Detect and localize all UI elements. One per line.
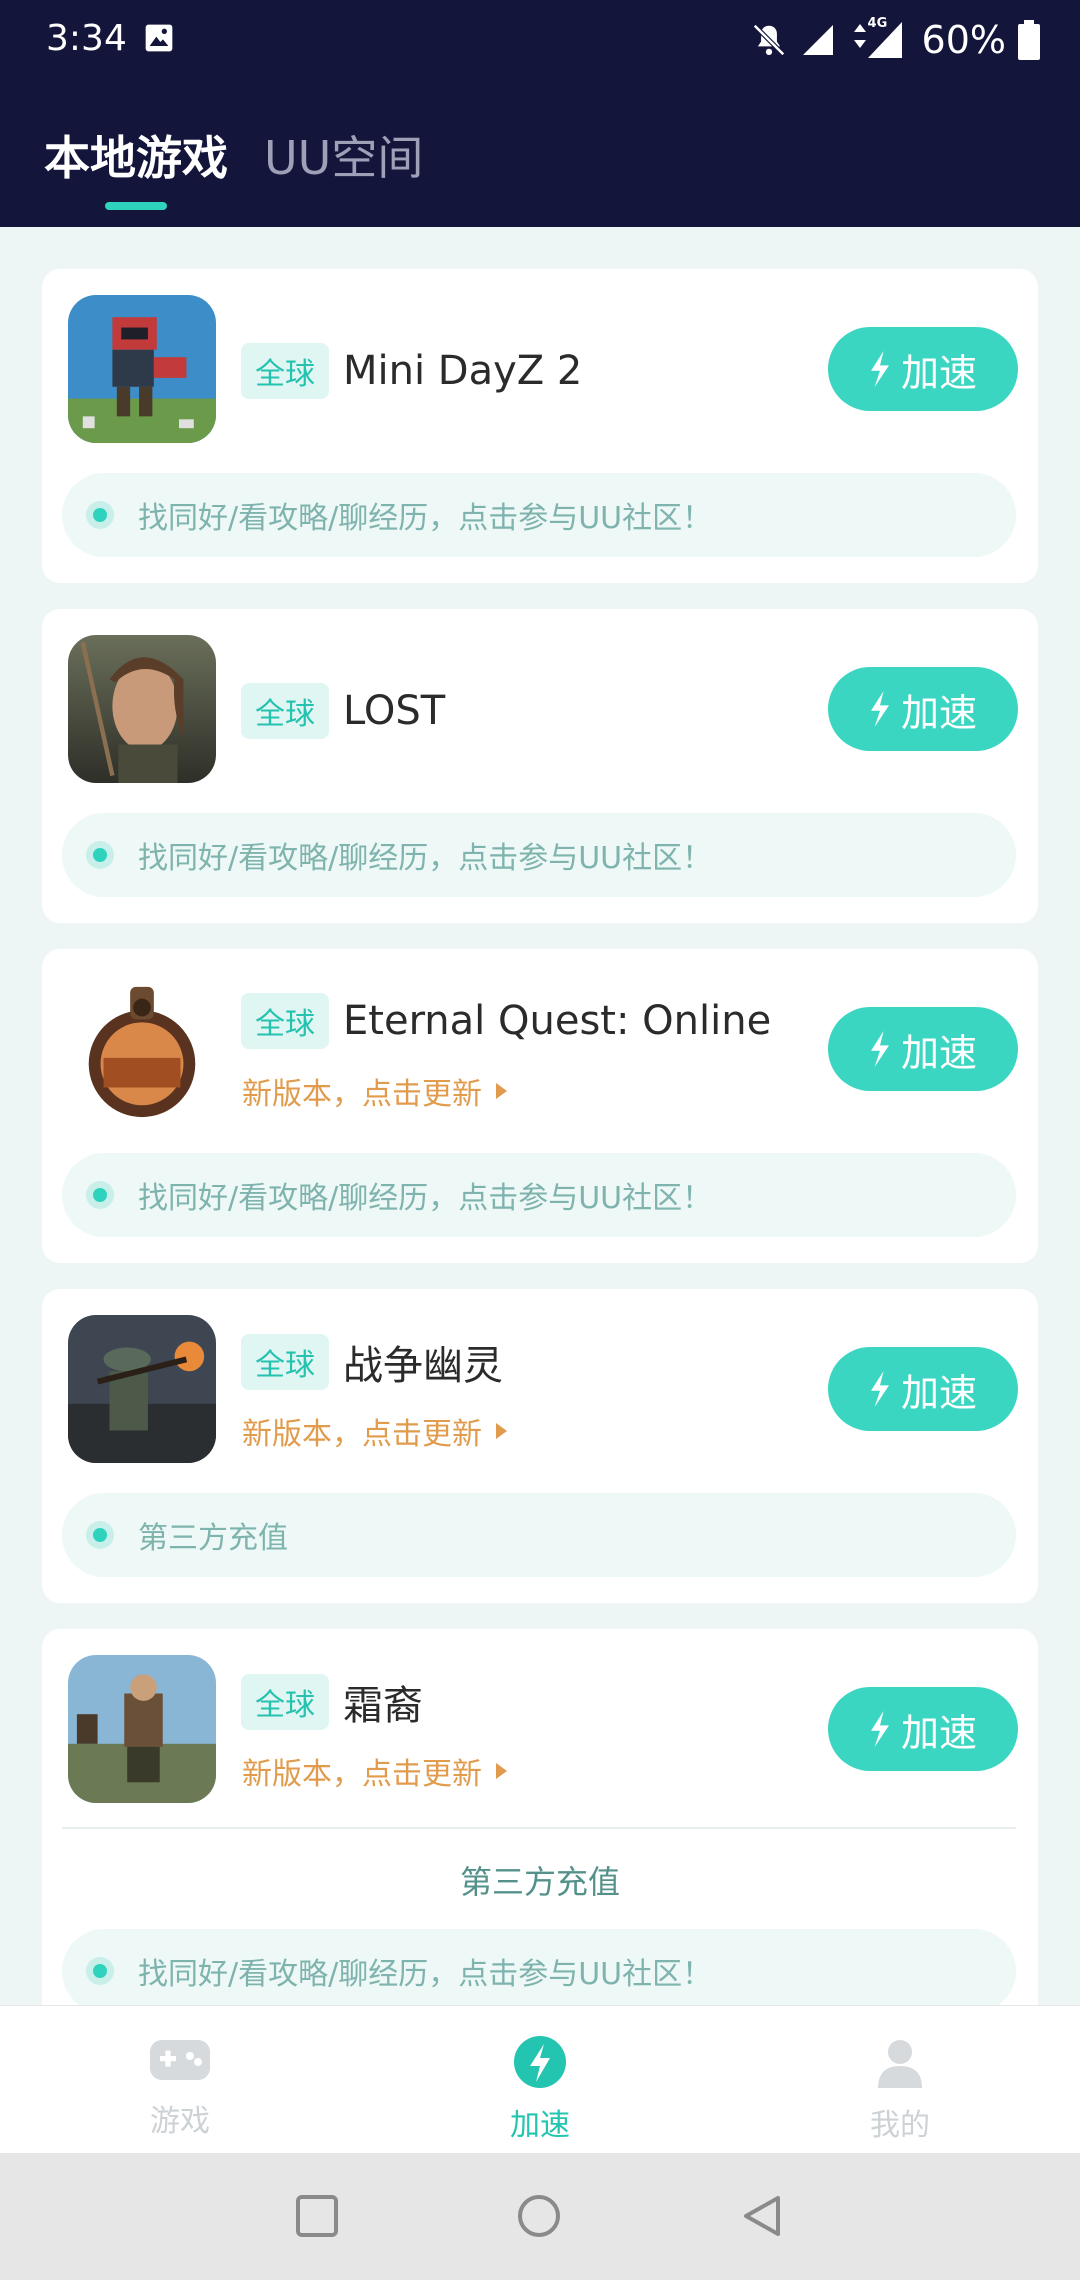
network-type-label: 4G bbox=[867, 16, 888, 31]
accelerate-button[interactable]: 加速 bbox=[828, 327, 1018, 411]
game-name: LOST bbox=[343, 688, 446, 734]
region-tag: 全球 bbox=[241, 1334, 329, 1390]
nav-item-accelerate[interactable]: 加速 bbox=[440, 2034, 640, 2144]
dot-icon bbox=[86, 501, 114, 529]
dot-icon bbox=[86, 841, 114, 869]
update-link[interactable]: 新版本，点击更新 bbox=[242, 1749, 507, 1793]
game-icon-eternal-quest[interactable] bbox=[68, 975, 216, 1123]
lightning-icon bbox=[870, 1031, 889, 1067]
game-title-line: 全球 霜裔 bbox=[241, 1673, 423, 1731]
game-card[interactable]: 全球 LOST 加速 找同好/看攻略/聊经历，点击参与UU社区！ bbox=[42, 609, 1038, 923]
lightning-icon bbox=[870, 1371, 889, 1407]
update-link[interactable]: 新版本，点击更新 bbox=[242, 1409, 507, 1453]
game-card[interactable]: 全球 Eternal Quest: Online 新版本，点击更新 加速 找同好… bbox=[42, 949, 1038, 1263]
game-card[interactable]: 全球 Mini DayZ 2 加速 找同好/看攻略/聊经历，点击参与UU社区！ bbox=[42, 269, 1038, 583]
update-link[interactable]: 新版本，点击更新 bbox=[242, 1069, 507, 1113]
caret-right-icon bbox=[496, 1083, 507, 1099]
region-tag: 全球 bbox=[241, 683, 329, 739]
tab-indicator bbox=[105, 202, 167, 210]
recent-apps-icon[interactable] bbox=[295, 2194, 339, 2238]
game-title-line: 全球 LOST bbox=[241, 683, 445, 739]
game-title-line: 全球 战争幽灵 bbox=[241, 1333, 503, 1391]
game-name: 霜裔 bbox=[343, 1683, 423, 1729]
region-tag: 全球 bbox=[241, 993, 329, 1049]
update-text: 新版本，点击更新 bbox=[242, 1757, 482, 1792]
update-text: 新版本，点击更新 bbox=[242, 1417, 482, 1452]
accelerate-button-label: 加速 bbox=[900, 1370, 977, 1415]
accelerate-button-label: 加速 bbox=[900, 1030, 977, 1075]
accelerate-button[interactable]: 加速 bbox=[828, 667, 1018, 751]
game-title-line: 全球 Eternal Quest: Online bbox=[241, 993, 771, 1049]
lightning-icon bbox=[514, 2036, 566, 2088]
game-icon-war-ghost[interactable] bbox=[68, 1315, 216, 1463]
game-list: 全球 Mini DayZ 2 加速 找同好/看攻略/聊经历，点击参与UU社区！ … bbox=[0, 227, 1080, 2005]
update-text: 新版本，点击更新 bbox=[242, 1077, 482, 1112]
game-icon-lost[interactable] bbox=[68, 635, 216, 783]
image-notification-icon bbox=[145, 24, 173, 52]
divider bbox=[62, 1827, 1016, 1829]
battery-icon bbox=[1018, 20, 1040, 60]
lightning-icon bbox=[870, 1711, 889, 1747]
lightning-icon bbox=[870, 351, 889, 387]
region-tag: 全球 bbox=[241, 1674, 329, 1730]
signal-icon bbox=[802, 25, 833, 55]
dot-icon bbox=[86, 1521, 114, 1549]
dot-icon bbox=[86, 1181, 114, 1209]
region-tag: 全球 bbox=[241, 343, 329, 399]
game-card[interactable]: 全球 战争幽灵 新版本，点击更新 加速 第三方充值 bbox=[42, 1289, 1038, 1603]
community-bar[interactable]: 找同好/看攻略/聊经历，点击参与UU社区！ bbox=[62, 473, 1016, 557]
person-icon bbox=[878, 2040, 922, 2088]
accelerate-button[interactable]: 加速 bbox=[828, 1687, 1018, 1771]
nav-label-games: 游戏 bbox=[150, 2104, 210, 2139]
game-name: Mini DayZ 2 bbox=[343, 348, 583, 394]
lightning-icon bbox=[870, 691, 889, 727]
caret-right-icon bbox=[496, 1763, 507, 1779]
accelerate-button[interactable]: 加速 bbox=[828, 1007, 1018, 1091]
nav-label-accelerate: 加速 bbox=[510, 2108, 570, 2143]
recharge-bar[interactable]: 第三方充值 bbox=[62, 1493, 1016, 1577]
community-text: 找同好/看攻略/聊经历，点击参与UU社区！ bbox=[138, 1957, 713, 1992]
status-time: 3:34 bbox=[46, 18, 127, 59]
bottom-nav: 游戏 加速 我的 bbox=[0, 2005, 1080, 2154]
accelerate-button-label: 加速 bbox=[900, 690, 977, 735]
game-name: 战争幽灵 bbox=[343, 1343, 503, 1389]
recharge-text: 第三方充值 bbox=[138, 1521, 288, 1556]
community-text: 找同好/看攻略/聊经历，点击参与UU社区！ bbox=[138, 841, 713, 876]
community-text: 找同好/看攻略/聊经历，点击参与UU社区！ bbox=[138, 501, 713, 536]
network-4g-icon: 4G bbox=[848, 16, 904, 60]
game-icon-frostborn[interactable] bbox=[68, 1655, 216, 1803]
community-bar[interactable]: 找同好/看攻略/聊经历，点击参与UU社区！ bbox=[62, 1929, 1016, 2005]
game-icon-mini-dayz[interactable] bbox=[68, 295, 216, 443]
accelerate-button[interactable]: 加速 bbox=[828, 1347, 1018, 1431]
caret-right-icon bbox=[496, 1423, 507, 1439]
tab-local-games[interactable]: 本地游戏 bbox=[44, 122, 228, 188]
recharge-link[interactable]: 第三方充值 bbox=[42, 1857, 1038, 1903]
community-bar[interactable]: 找同好/看攻略/聊经历，点击参与UU社区！ bbox=[62, 813, 1016, 897]
game-title-line: 全球 Mini DayZ 2 bbox=[241, 343, 582, 399]
system-nav-bar bbox=[0, 2153, 1080, 2280]
gamepad-icon bbox=[150, 2040, 210, 2080]
notifications-off-icon bbox=[752, 24, 785, 56]
app-header: 3:34 4G 60% 本地游戏 UU空间 bbox=[0, 0, 1080, 227]
tab-uu-space[interactable]: UU空间 bbox=[264, 122, 423, 188]
nav-label-me: 我的 bbox=[870, 2108, 930, 2143]
home-icon[interactable] bbox=[517, 2194, 561, 2238]
status-bar: 3:34 4G 60% bbox=[0, 0, 1080, 80]
dot-icon bbox=[86, 1957, 114, 1985]
nav-item-games[interactable]: 游戏 bbox=[80, 2034, 280, 2140]
nav-item-me[interactable]: 我的 bbox=[800, 2034, 1000, 2144]
accelerate-button-label: 加速 bbox=[900, 1710, 977, 1755]
game-card[interactable]: 全球 霜裔 新版本，点击更新 加速 第三方充值 找同好/看攻略/聊经历，点击参与… bbox=[42, 1629, 1038, 2005]
game-name: Eternal Quest: Online bbox=[343, 998, 772, 1044]
accelerate-button-label: 加速 bbox=[900, 350, 977, 395]
community-bar[interactable]: 找同好/看攻略/聊经历，点击参与UU社区！ bbox=[62, 1153, 1016, 1237]
battery-percent: 60% bbox=[921, 18, 1006, 62]
back-icon[interactable] bbox=[740, 2194, 784, 2238]
top-tabs: 本地游戏 UU空间 bbox=[44, 122, 423, 188]
community-text: 找同好/看攻略/聊经历，点击参与UU社区！ bbox=[138, 1181, 713, 1216]
